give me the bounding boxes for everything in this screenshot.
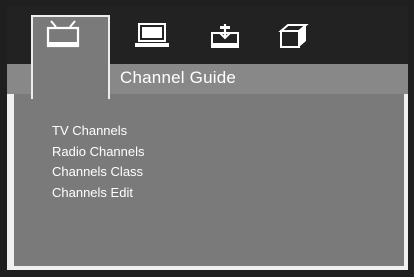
device-frame: Channel Guide TV Channels Radio Channels… (0, 0, 414, 277)
menu-item-channels-class[interactable]: Channels Class (52, 162, 145, 183)
menu-item-tv-channels[interactable]: TV Channels (52, 121, 145, 142)
menu-item-radio-channels[interactable]: Radio Channels (52, 142, 145, 163)
osd-screen: Channel Guide TV Channels Radio Channels… (7, 6, 408, 270)
page-title: Channel Guide (120, 68, 237, 87)
menu-item-channels-edit[interactable]: Channels Edit (52, 183, 145, 204)
channel-menu: TV Channels Radio Channels Channels Clas… (52, 121, 145, 203)
download-tray-icon[interactable] (207, 22, 243, 50)
box-icon[interactable] (275, 22, 311, 50)
tv-icon[interactable] (45, 20, 81, 48)
laptop-icon[interactable] (134, 22, 170, 50)
